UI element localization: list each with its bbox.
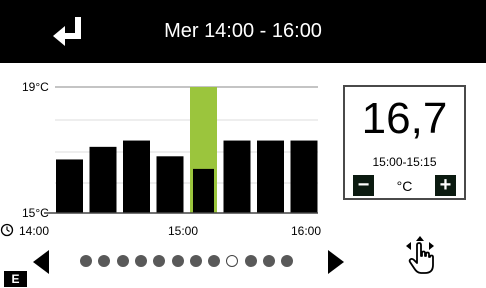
pager-dot[interactable] [80,255,92,267]
pager-dot[interactable] [153,255,166,267]
hand-pointer-button[interactable] [400,235,440,277]
pager-dot[interactable] [263,255,275,267]
pager-dot[interactable] [116,255,129,267]
x-tick-label-3: 16:00 [291,224,321,238]
setpoint-panel: 16,7 15:00-15:15 − °C + [343,85,466,200]
chart-bar[interactable] [89,146,117,213]
chart-bar[interactable] [193,168,214,213]
page-title: Mer 14:00 - 16:00 [164,20,322,42]
mode-badge: E [4,271,27,287]
chart-bar[interactable] [123,140,150,213]
chart-bar[interactable] [257,140,284,213]
pager-dot[interactable] [134,255,147,267]
hand-pointer-icon [406,236,434,274]
temperature-chart: 19°C 15°C 14:00 15:00 16:00 [0,68,330,248]
y-axis-top-label: 19°C [22,80,49,94]
x-tick-label-1: 14:00 [19,224,49,238]
pager-dot[interactable] [189,255,202,267]
pager-dot[interactable] [281,255,294,267]
chart-bar[interactable] [156,156,184,213]
time-range-label: 15:00-15:15 [372,155,437,169]
chart-bar[interactable] [223,140,251,213]
pager-dot[interactable] [208,255,221,267]
temperature-value: 16,7 [361,94,448,143]
pager-dot[interactable] [226,255,239,267]
chart-bar[interactable] [290,140,318,213]
pager-dot[interactable] [171,255,184,267]
previous-arrow-button[interactable] [33,250,49,274]
header-bar: Mer 14:00 - 16:00 [0,0,486,63]
chart-bar[interactable] [56,159,83,213]
pager-dot[interactable] [244,255,257,267]
next-arrow-button[interactable] [328,250,344,274]
pager-dot[interactable] [98,255,111,267]
x-tick-label-2: 15:00 [168,224,198,238]
clock-icon [0,223,14,237]
plus-icon: + [439,174,452,196]
chart-canvas: 19°C 15°C 14:00 15:00 16:00 [0,80,321,238]
increase-temperature-button[interactable]: + [435,175,456,196]
